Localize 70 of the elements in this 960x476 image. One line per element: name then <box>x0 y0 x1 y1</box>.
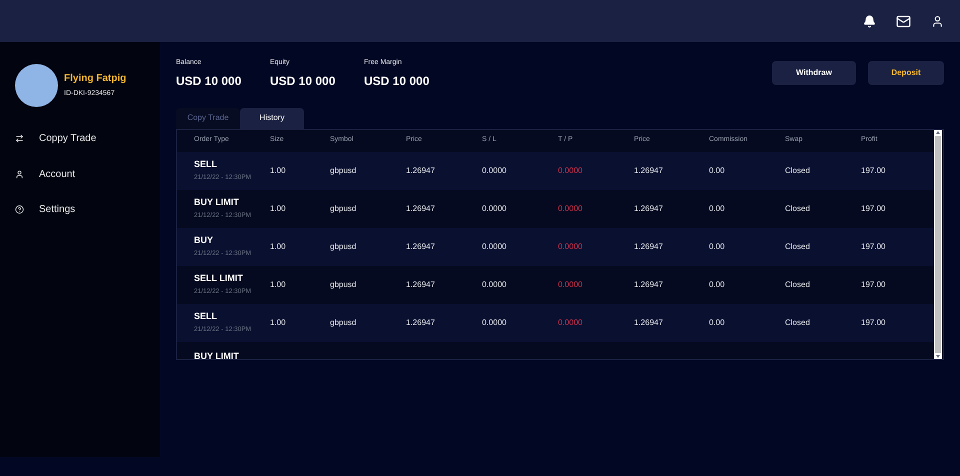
table-cell-text: 0.00 <box>709 240 726 252</box>
table-cell-text: 1.26947 <box>634 316 664 328</box>
table-cell-text: 1.26947 <box>406 278 436 290</box>
table-cell-text: 1.26947 <box>406 240 436 252</box>
table-cell-text: 1.26947 <box>634 240 664 252</box>
table-cell-text: 197.00 <box>861 240 886 252</box>
table-cell-text: 1.00 <box>270 164 287 176</box>
tab[interactable]: History <box>240 108 304 128</box>
table-cell-text: 0.0000 <box>482 240 508 252</box>
table-cell-text: 0.0000 <box>482 278 508 290</box>
table-cell-text: 197.00 <box>861 278 886 290</box>
table-cell-text: 0.0000 <box>558 164 584 176</box>
table-cell-text: 1.26947 <box>406 316 436 328</box>
table-cell-text: gbpusd <box>330 164 358 176</box>
table-cell-text: 0.00 <box>709 164 726 176</box>
notification-bell-icon[interactable] <box>863 14 876 28</box>
table-cell-text: Closed <box>785 316 811 328</box>
table-cell-text: Closed <box>785 278 811 290</box>
table-cell-text: 0.0000 <box>482 202 508 214</box>
order-type: SELL <box>194 310 218 323</box>
table-cell-text: 1.00 <box>270 316 287 328</box>
order-type: BUY <box>194 234 214 247</box>
profile-name: Flying Fatpig <box>64 72 126 86</box>
nav-item[interactable]: Settings <box>0 192 160 228</box>
order-type: BUY LIMIT <box>194 196 240 209</box>
table-cell-text: 1.26947 <box>634 164 664 176</box>
table-cell-text: Closed <box>785 164 811 176</box>
table-cell-text: 197.00 <box>861 164 886 176</box>
scroll-down-icon[interactable] <box>936 354 940 358</box>
table-cell-text: 0.0000 <box>482 316 508 328</box>
table-cell-text: 0.00 <box>709 278 726 290</box>
table-cell-text: 1.26947 <box>406 164 436 176</box>
swap-arrows-icon <box>15 134 24 144</box>
table-cell-text: 1.00 <box>270 240 287 252</box>
order-type: SELL LIMIT <box>194 272 244 285</box>
table-cell-text: gbpusd <box>330 202 358 214</box>
table-cell-text: 197.00 <box>861 202 886 214</box>
table-cell-text: 0.0000 <box>558 240 584 252</box>
stat-value: USD 10 000 <box>176 72 242 90</box>
deposit-button[interactable]: Deposit <box>868 61 944 85</box>
table-cell-text: gbpusd <box>330 316 358 328</box>
table-cell-text: Closed <box>785 240 811 252</box>
table-cell-text: Closed <box>785 202 811 214</box>
table-cell-text: gbpusd <box>330 240 358 252</box>
table-cell-text: 0.0000 <box>558 202 584 214</box>
order-type: BUY LIMIT <box>194 350 240 358</box>
user-icon <box>15 170 24 179</box>
nav-item[interactable]: Coppy Trade <box>0 121 160 156</box>
table-cell-text: 0.0000 <box>558 278 584 290</box>
stat-value: USD 10 000 <box>364 72 430 90</box>
scrollbar[interactable] <box>934 130 942 358</box>
user-icon[interactable] <box>931 14 944 28</box>
table-cell-text: 1.26947 <box>634 202 664 214</box>
table-cell-text: 1.26947 <box>634 278 664 290</box>
order-type: SELL <box>194 158 218 171</box>
table-cell-text: 1.00 <box>270 202 287 214</box>
withdraw-button[interactable]: Withdraw <box>772 61 856 85</box>
scrollbar-thumb[interactable] <box>935 136 941 352</box>
table-cell-text: 0.00 <box>709 316 726 328</box>
stat-value: USD 10 000 <box>270 72 336 90</box>
table-cell-text: 0.0000 <box>558 316 584 328</box>
table-cell-text: 1.00 <box>270 278 287 290</box>
nav-item[interactable]: Account <box>0 156 160 192</box>
table-cell-text: gbpusd <box>330 278 358 290</box>
mail-icon[interactable] <box>896 14 911 28</box>
table-cell-text: 0.00 <box>709 202 726 214</box>
table-cell-text: 197.00 <box>861 316 886 328</box>
table-cell-text: 1.26947 <box>406 202 436 214</box>
table-cell-text: 0.0000 <box>482 164 508 176</box>
help-circle-icon <box>15 205 24 214</box>
